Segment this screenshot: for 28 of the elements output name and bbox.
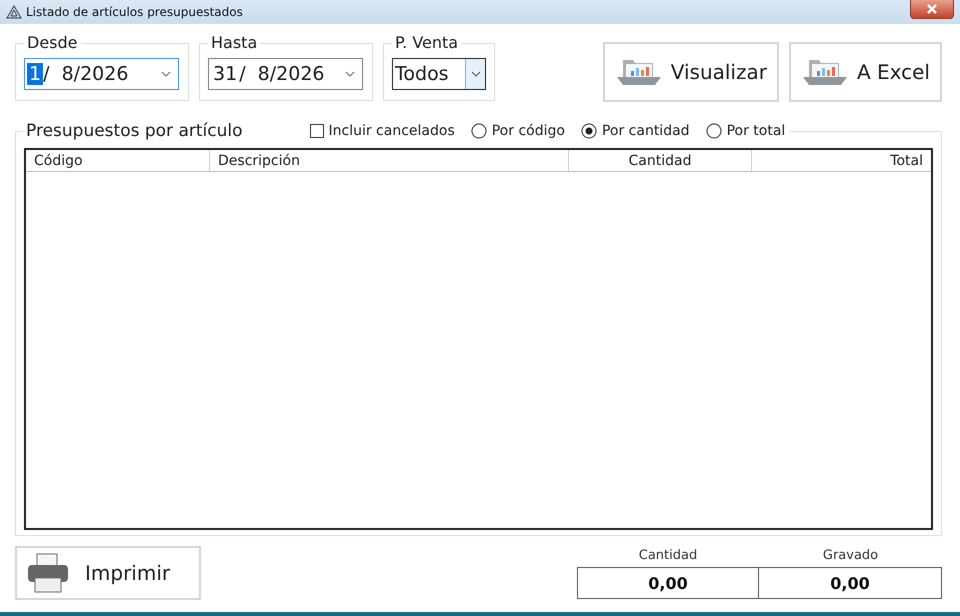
column-header[interactable]: Descripción [210,150,569,171]
total-value: 0,00 [759,567,942,599]
chevron-down-icon [345,71,355,77]
triangle-logo-icon [6,5,22,19]
date-picker[interactable]: 1/ 8/2026 [24,58,179,90]
total-label: Gravado [822,548,880,565]
report-chart-icon [614,58,663,86]
sort-radio[interactable]: Por código [470,123,565,139]
close-button[interactable] [910,0,954,19]
column-header[interactable]: Total [752,150,931,171]
window-title: Listado de artículos presupuestados [26,5,244,19]
close-icon [926,4,938,14]
column-header[interactable]: Código [26,150,210,171]
chevron-down-icon [470,71,480,77]
dropdown[interactable]: Todos [392,58,486,90]
date-picker[interactable]: 31/ 8/2026 [208,58,363,90]
column-header[interactable]: Cantidad [569,150,752,171]
report-button[interactable]: Visualizar [602,42,779,102]
total-value: 0,00 [577,567,759,599]
report-chart-icon [800,58,849,86]
sort-radio[interactable]: Por total [706,123,786,139]
chevron-down-icon [161,71,171,77]
report-button[interactable]: A Excel [788,42,942,102]
printer-icon [25,552,71,594]
include-cancelled-checkbox[interactable]: Incluir cancelados [310,123,455,139]
total-label: Cantidad [638,548,698,565]
print-button[interactable]: Imprimir [15,546,201,600]
sort-radio[interactable]: Por cantidad [580,123,690,139]
